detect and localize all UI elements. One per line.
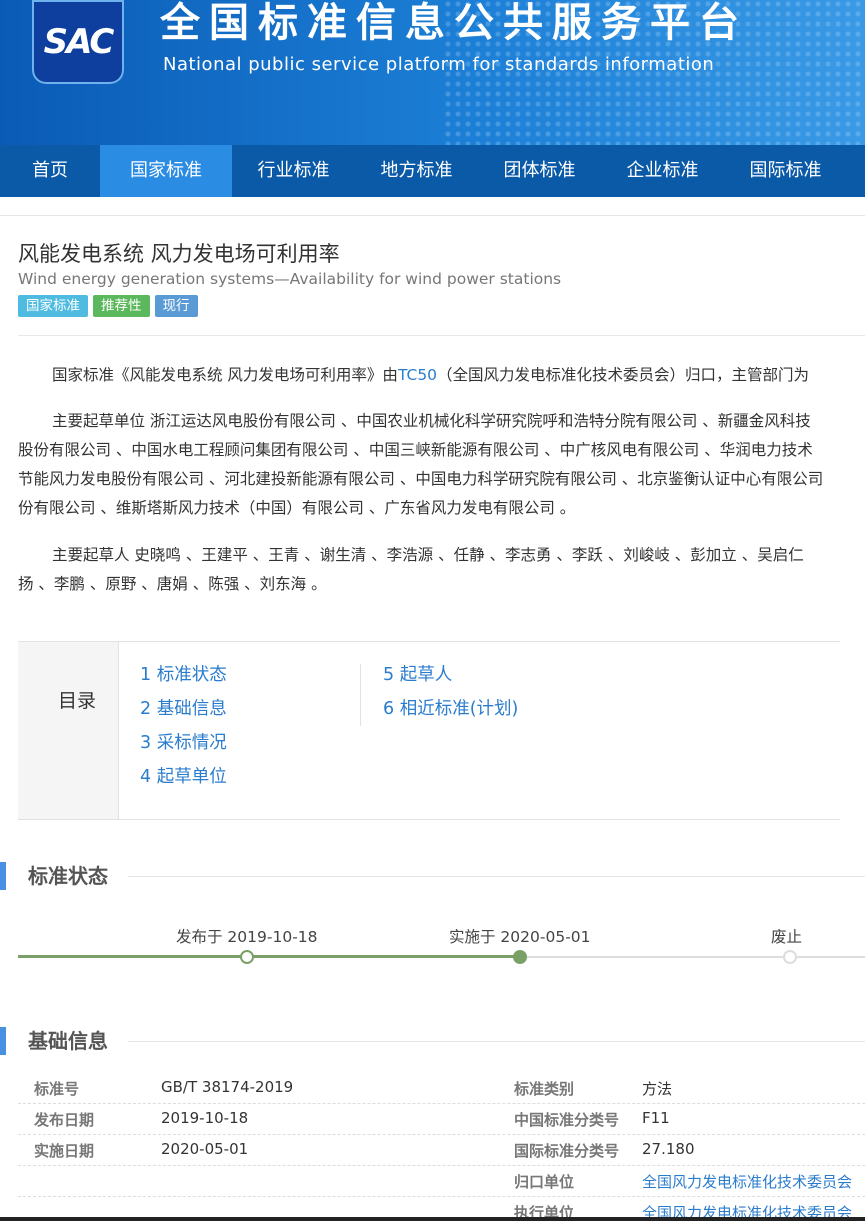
nav-industry-standards[interactable]: 行业标准 [232,145,355,197]
section-basic-info-header: 基础信息 [0,1027,865,1057]
timeline-abolished-label: 废止 [771,928,803,946]
standard-title-cn: 风能发电系统 风力发电场可利用率 [18,242,340,266]
drafters-line-1: 主要起草人 史晓鸣 、王建平 、王青 、谢生清 、李浩源 、任静 、李志勇 、李… [52,546,804,564]
drafting-units-line-1: 主要起草单位 浙江运达风电股份有限公司 、中国农业机械化科学研究院呼和浩特分院有… [52,412,811,430]
table-row: 归口单位 全国风力发电标准化技术委员会 [18,1165,865,1197]
table-of-contents: 目录 1 标准状态 2 基础信息 3 采标情况 4 起草单位 5 起草人 6 相… [18,641,840,820]
nav-local-standards[interactable]: 地方标准 [355,145,478,197]
field-label: 国际标准分类号 [514,1142,620,1160]
sac-logo[interactable]: SAC [32,0,124,84]
section-status-header: 标准状态 [0,862,865,892]
nav-home[interactable]: 首页 [0,145,100,197]
divider [18,335,865,336]
field-label: 归口单位 [514,1173,575,1191]
timeline-remaining [520,956,865,958]
window-bottom-edge [0,1217,865,1221]
standard-title-en: Wind energy generation systems—Availabil… [18,270,562,288]
intro-text-rest: （全国风力发电标准化技术委员会）归口，主管部门为 [437,366,810,384]
nav-enterprise-standards[interactable]: 企业标准 [601,145,724,197]
timeline-dot-abolished [783,950,797,964]
drafting-units-line-2: 股份有限公司 、中国水电工程顾问集团有限公司 、中国三峡新能源有限公司 、中广核… [18,441,813,459]
section-marker [0,1027,6,1055]
tag-current: 现行 [154,295,198,317]
nav-international-standards[interactable]: 国际标准 [724,145,847,197]
toc-label-box: 目录 [18,642,119,819]
toc-link-status[interactable]: 1 标准状态 [140,664,227,698]
intro-paragraph-1: 国家标准《风能发电系统 风力发电场可利用率》由TC50（全国风力发电标准化技术委… [52,361,865,390]
timeline-published-label: 发布于 2019-10-18 [176,928,318,946]
toc-link-similar-standards[interactable]: 6 相近标准(计划) [383,698,518,732]
field-value: 2019-10-18 [161,1109,249,1127]
toc-link-basic-info[interactable]: 2 基础信息 [140,698,227,732]
nav-group-standards[interactable]: 团体标准 [478,145,601,197]
nav-national-standards[interactable]: 国家标准 [100,145,232,197]
field-label: 中国标准分类号 [514,1111,620,1129]
table-row: 执行单位 全国风力发电标准化技术委员会 [18,1196,865,1227]
nav-sub-strip [0,197,865,216]
section-marker [0,862,6,890]
tc50-link[interactable]: TC50 [398,366,437,384]
section-title: 基础信息 [28,1029,108,1053]
field-label: 标准类别 [514,1080,575,1098]
site-title-en: National public service platform for sta… [163,54,715,75]
drafters-line-2: 扬 、李鹏 、原野 、唐娟 、陈强 、刘东海 。 [18,575,327,593]
section-title: 标准状态 [28,864,108,888]
field-label: 实施日期 [34,1142,95,1160]
site-header: SAC 全国标准信息公共服务平台 National public service… [0,0,865,145]
table-row: 标准号 GB/T 38174-2019 标准类别 方法 [18,1072,865,1104]
toc-link-drafting-units[interactable]: 4 起草单位 [140,766,227,800]
field-value: 27.180 [642,1140,695,1158]
timeline-implemented-label: 实施于 2020-05-01 [449,928,591,946]
toc-label: 目录 [58,690,97,712]
site-title-cn: 全国标准信息公共服务平台 [160,0,748,46]
timeline-progress [18,955,520,958]
table-row: 实施日期 2020-05-01 国际标准分类号 27.180 [18,1134,865,1166]
toc-link-adoption[interactable]: 3 采标情况 [140,732,227,766]
responsible-committee-link[interactable]: 全国风力发电标准化技术委员会 [642,1171,852,1192]
field-label: 标准号 [34,1080,80,1098]
section-rule [128,1041,865,1042]
table-row: 发布日期 2019-10-18 中国标准分类号 F11 [18,1103,865,1135]
intro-text: 国家标准《风能发电系统 风力发电场可利用率》由 [52,366,398,384]
drafting-units-line-4: 份有限公司 、维斯塔斯风力技术（中国）有限公司 、广东省风力发电有限公司 。 [18,499,576,517]
field-value: GB/T 38174-2019 [161,1078,294,1096]
field-value: 2020-05-01 [161,1140,249,1158]
section-rule [128,876,865,877]
tag-national: 国家标准 [18,295,88,317]
logo-text: SAC [43,22,115,62]
toc-link-drafters[interactable]: 5 起草人 [383,664,518,698]
field-value: F11 [642,1109,670,1127]
field-label: 发布日期 [34,1111,95,1129]
field-value: 方法 [642,1080,673,1098]
main-nav: 首页 国家标准 行业标准 地方标准 团体标准 企业标准 国际标准 [0,145,865,197]
timeline-dot-published [240,950,254,964]
drafting-units-line-3: 节能风力发电股份有限公司 、河北建投新能源有限公司 、中国电力科学研究院有限公司… [18,470,824,488]
status-tags: 国家标准 推荐性 现行 [18,295,198,317]
toc-column-2: 5 起草人 6 相近标准(计划) [360,664,518,726]
timeline-dot-implemented [513,950,527,964]
toc-column-1: 1 标准状态 2 基础信息 3 采标情况 4 起草单位 [140,664,227,800]
tag-recommended: 推荐性 [93,295,150,317]
